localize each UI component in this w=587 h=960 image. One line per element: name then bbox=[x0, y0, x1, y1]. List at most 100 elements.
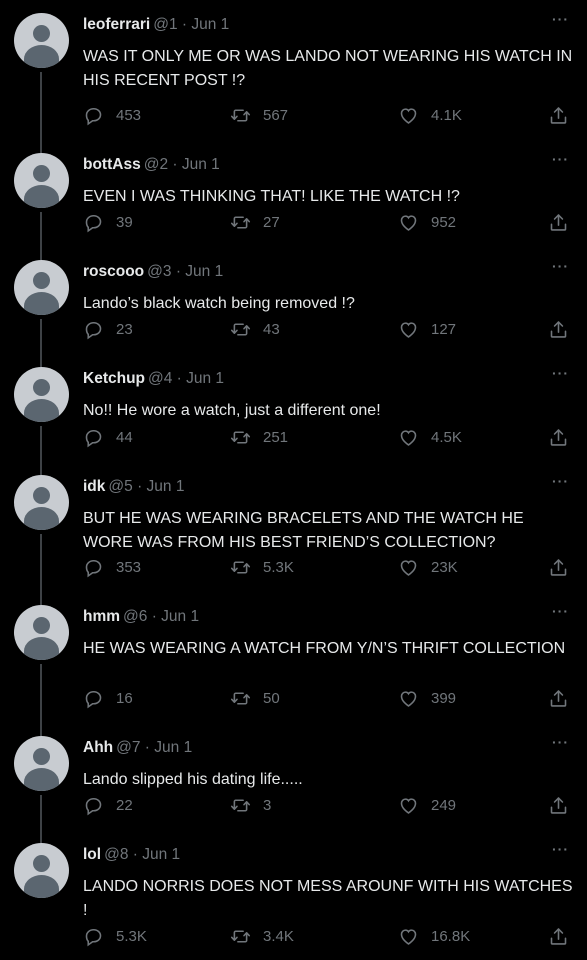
handle-date: @8 · Jun 1 bbox=[104, 846, 181, 863]
retweet-button[interactable]: 50 bbox=[230, 688, 280, 709]
like-button[interactable]: 4.1K bbox=[398, 105, 462, 126]
retweet-button[interactable]: 27 bbox=[230, 212, 280, 233]
like-count: 16.8K bbox=[431, 928, 471, 945]
like-count: 127 bbox=[431, 321, 457, 338]
avatar-shoulders bbox=[24, 45, 59, 68]
tweet-header: idk @5 · Jun 1 bbox=[83, 478, 184, 496]
handle-date: @3 · Jun 1 bbox=[147, 263, 224, 280]
heart-icon bbox=[398, 926, 431, 947]
avatar-head bbox=[33, 272, 50, 289]
more-icon[interactable]: ··· bbox=[552, 734, 569, 750]
reply-button[interactable]: 39 bbox=[83, 212, 133, 233]
avatar[interactable] bbox=[14, 736, 69, 791]
retweet-button[interactable]: 3 bbox=[230, 795, 271, 816]
handle-date: @6 · Jun 1 bbox=[123, 608, 200, 625]
tweet-header: hmm @6 · Jun 1 bbox=[83, 608, 199, 626]
reply-count: 5.3K bbox=[116, 928, 147, 945]
retweet-button[interactable]: 5.3K bbox=[230, 557, 294, 578]
display-name[interactable]: idk bbox=[83, 478, 105, 495]
handle-date: @5 · Jun 1 bbox=[108, 478, 185, 495]
retweet-button[interactable]: 3.4K bbox=[230, 926, 294, 947]
tweet[interactable]: idk @5 · Jun 1 ··· BUT HE WAS WEARING BRACE… bbox=[0, 462, 587, 605]
more-icon[interactable]: ··· bbox=[552, 603, 569, 619]
reply-button[interactable]: 44 bbox=[83, 427, 133, 448]
retweet-count: 3.4K bbox=[263, 928, 294, 945]
display-name[interactable]: leoferrari bbox=[83, 16, 150, 33]
display-name[interactable]: lol bbox=[83, 846, 101, 863]
share-button[interactable] bbox=[548, 105, 581, 126]
retweet-count: 251 bbox=[263, 429, 289, 446]
reply-count: 453 bbox=[116, 107, 142, 124]
more-icon[interactable]: ··· bbox=[552, 151, 569, 167]
share-button[interactable] bbox=[548, 427, 581, 448]
more-icon[interactable]: ··· bbox=[552, 11, 569, 27]
like-button[interactable]: 952 bbox=[398, 212, 456, 233]
retweet-icon bbox=[230, 688, 263, 709]
share-button[interactable] bbox=[548, 319, 581, 340]
reply-icon bbox=[83, 427, 116, 448]
share-button[interactable] bbox=[548, 688, 581, 709]
like-button[interactable]: 249 bbox=[398, 795, 456, 816]
reply-button[interactable]: 22 bbox=[83, 795, 133, 816]
share-button[interactable] bbox=[548, 212, 581, 233]
display-name[interactable]: Ketchup bbox=[83, 370, 145, 387]
tweet[interactable]: Ketchup @4 · Jun 1 ··· No!! He wore a watch… bbox=[0, 354, 587, 475]
like-button[interactable]: 127 bbox=[398, 319, 456, 340]
handle-date: @1 · Jun 1 bbox=[153, 16, 230, 33]
tweet[interactable]: bottAss @2 · Jun 1 ··· EVEN I WAS THINKING … bbox=[0, 140, 587, 260]
reply-icon bbox=[83, 557, 116, 578]
tweet-text: WAS IT ONLY ME OR WAS LANDO NOT WEARING … bbox=[83, 48, 573, 89]
avatar[interactable] bbox=[14, 260, 69, 315]
reply-count: 23 bbox=[116, 321, 133, 338]
reply-button[interactable]: 353 bbox=[83, 557, 141, 578]
reply-button[interactable]: 16 bbox=[83, 688, 133, 709]
avatar[interactable] bbox=[14, 153, 69, 208]
reply-button[interactable]: 453 bbox=[83, 105, 141, 126]
retweet-button[interactable]: 567 bbox=[230, 105, 288, 126]
handle-date: @2 · Jun 1 bbox=[143, 156, 220, 173]
retweet-count: 43 bbox=[263, 321, 280, 338]
retweet-icon bbox=[230, 319, 263, 340]
avatar[interactable] bbox=[14, 13, 69, 68]
more-icon[interactable]: ··· bbox=[552, 258, 569, 274]
avatar-head bbox=[33, 379, 50, 396]
share-icon bbox=[548, 212, 581, 233]
display-name[interactable]: bottAss bbox=[83, 156, 141, 173]
like-button[interactable]: 399 bbox=[398, 688, 456, 709]
avatar-shoulders bbox=[24, 875, 59, 898]
reply-button[interactable]: 5.3K bbox=[83, 926, 147, 947]
like-button[interactable]: 16.8K bbox=[398, 926, 470, 947]
more-icon[interactable]: ··· bbox=[552, 841, 569, 857]
display-name[interactable]: hmm bbox=[83, 608, 120, 625]
tweet[interactable]: Ahh @7 · Jun 1 ··· Lando slipped his dating… bbox=[0, 723, 587, 843]
share-button[interactable] bbox=[548, 926, 581, 947]
reply-count: 44 bbox=[116, 429, 133, 446]
retweet-button[interactable]: 43 bbox=[230, 319, 280, 340]
more-icon[interactable]: ··· bbox=[552, 473, 569, 489]
tweet-header: roscooo @3 · Jun 1 bbox=[83, 263, 223, 281]
retweet-icon bbox=[230, 795, 263, 816]
tweet[interactable]: lol @8 · Jun 1 ··· LANDO NORRIS DOES NOT ME… bbox=[0, 830, 587, 960]
reply-icon bbox=[83, 688, 116, 709]
more-icon[interactable]: ··· bbox=[552, 365, 569, 381]
avatar[interactable] bbox=[14, 843, 69, 898]
avatar[interactable] bbox=[14, 475, 69, 530]
display-name[interactable]: roscooo bbox=[83, 263, 144, 280]
tweet[interactable]: hmm @6 · Jun 1 ··· HE WAS WEARING A WATCH F… bbox=[0, 592, 587, 736]
share-icon bbox=[548, 427, 581, 448]
like-button[interactable]: 4.5K bbox=[398, 427, 462, 448]
tweet[interactable]: roscooo @3 · Jun 1 ··· Lando’s black watch … bbox=[0, 247, 587, 367]
reply-count: 353 bbox=[116, 559, 142, 576]
heart-icon bbox=[398, 795, 431, 816]
like-button[interactable]: 23K bbox=[398, 557, 458, 578]
like-count: 4.1K bbox=[431, 107, 462, 124]
avatar[interactable] bbox=[14, 367, 69, 422]
avatar-head bbox=[33, 487, 50, 504]
retweet-button[interactable]: 251 bbox=[230, 427, 288, 448]
share-button[interactable] bbox=[548, 557, 581, 578]
reply-button[interactable]: 23 bbox=[83, 319, 133, 340]
display-name[interactable]: Ahh bbox=[83, 739, 113, 756]
share-button[interactable] bbox=[548, 795, 581, 816]
tweet[interactable]: leoferrari @1 · Jun 1 ··· WAS IT ONLY ME OR… bbox=[0, 0, 587, 153]
avatar[interactable] bbox=[14, 605, 69, 660]
